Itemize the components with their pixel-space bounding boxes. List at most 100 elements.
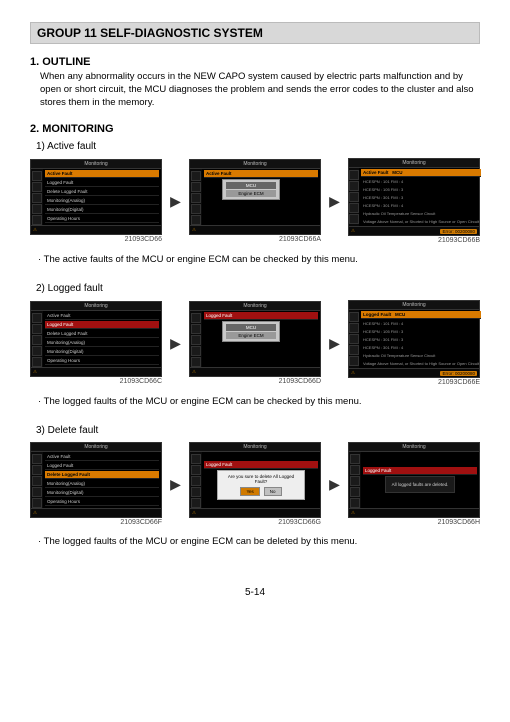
sidebar-icon [191, 498, 201, 508]
sidebar-icon [350, 498, 360, 508]
menu-item[interactable]: Monitoring(Digital) [45, 489, 159, 497]
screen-main: Active Fault MCU HCESPN : 101 FMI : 4 HC… [359, 168, 483, 226]
sidebar-icon [191, 476, 201, 486]
menu-item-delete[interactable]: Delete Logged Fault [45, 471, 159, 479]
sidebar-icon [350, 487, 360, 497]
sidebar-icon [350, 454, 360, 464]
error-badge: Error: 00200080 [440, 371, 477, 376]
sidebar-icon [32, 215, 42, 225]
logged-fault-row: Monitoring Active Fault Logged Fault Del… [30, 300, 480, 386]
outline-text: When any abnormality occurs in the NEW C… [40, 71, 480, 109]
sidebar-icon [349, 323, 359, 333]
popup-item-mcu[interactable]: MCU [226, 324, 276, 331]
fault-desc: Hydraulic Oil Temperature Sensor Circuit [361, 210, 481, 217]
screen-footer: ⚠ [31, 367, 161, 376]
fault-desc: Voltage Above Normal, or Shorted to High… [361, 360, 481, 367]
menu-item-active[interactable]: Active Fault [204, 170, 318, 178]
menu-item[interactable]: Monitoring(Digital) [45, 206, 159, 214]
sidebar-icon [32, 204, 42, 214]
sidebar-icon [349, 312, 359, 322]
screen-logged-1: Monitoring Active Fault Logged Fault Del… [30, 301, 162, 377]
warn-icon: ⚠ [33, 227, 37, 233]
figure-label: 21093CD66A [189, 236, 321, 243]
fault-code: HCESPN : 101 FMI : 4 [361, 320, 481, 327]
sidebar-icon [191, 193, 201, 203]
menu-item[interactable]: Operating Hours [45, 215, 159, 223]
sidebar-icon [191, 204, 201, 214]
popup-item-ecm[interactable]: Engine ECM [226, 332, 276, 339]
screen-wrap-1: Monitoring Active Fault Logged Fault Del… [30, 159, 162, 243]
menu-item-active[interactable]: Active Fault [45, 170, 159, 178]
warn-icon: ⚠ [351, 228, 355, 234]
titlebar: Monitoring [190, 443, 320, 452]
menu-item[interactable]: Operating Hours [45, 357, 159, 365]
sidebar-icon [191, 335, 201, 345]
titlebar: Monitoring [31, 160, 161, 169]
screen-logged-3: Monitoring Logged Fault MCU HCESPN : 101… [348, 300, 480, 378]
screen-active-2: Monitoring Active Fault MCU Engine ECM [189, 159, 321, 235]
sidebar-icon [350, 465, 360, 475]
screen-delete-1: Monitoring Active Fault Logged Fault Del… [30, 442, 162, 518]
sidebar-icon [32, 182, 42, 192]
delete-fault-note: The logged faults of the MCU or engine E… [38, 536, 480, 547]
sidebar-icon [32, 346, 42, 356]
titlebar: Monitoring [349, 301, 479, 310]
menu-item[interactable]: Delete Logged Fault [45, 330, 159, 338]
fault-code: HCESPN : 105 FMI : 3 [361, 186, 481, 193]
yes-button[interactable]: Yes [240, 487, 259, 496]
figure-label: 21093CD66H [348, 519, 480, 526]
screen-wrap-3: Monitoring Logged Fault All logged fault… [348, 442, 480, 526]
deleted-message: All logged faults are deleted. [385, 476, 456, 493]
screen-main: Logged Fault MCU Engine ECM [202, 311, 320, 367]
warn-icon: ⚠ [192, 510, 196, 516]
menu-item-logged[interactable]: Logged Fault [204, 312, 318, 320]
popup-item-ecm[interactable]: Engine ECM [226, 190, 276, 197]
sidebar-icon [191, 171, 201, 181]
delete-fault-row: Monitoring Active Fault Logged Fault Del… [30, 442, 480, 526]
screen-footer: ⚠ [349, 508, 479, 517]
menu-item[interactable]: Active Fault [45, 312, 159, 320]
arrow-icon: ▶ [170, 476, 181, 493]
fault-code: HCESPN : 301 FMI : 3 [361, 194, 481, 201]
sidebar-icon [32, 335, 42, 345]
sidebar-icon [349, 345, 359, 355]
sidebar-icon [32, 498, 42, 508]
menu-item[interactable]: Monitoring(Analog) [45, 197, 159, 205]
screen-footer: ⚠ [31, 225, 161, 234]
delete-fault-heading: 3) Delete fault [36, 425, 480, 436]
popup-item-mcu[interactable]: MCU [226, 182, 276, 189]
warn-icon: ⚠ [351, 510, 355, 516]
sidebar-icon [349, 356, 359, 366]
screen-main: Logged Fault All logged faults are delet… [361, 452, 479, 508]
arrow-icon: ▶ [170, 335, 181, 352]
menu-item[interactable]: Logged Fault [45, 462, 159, 470]
menu-item[interactable]: Delete Logged Fault [45, 188, 159, 196]
screen-wrap-1: Monitoring Active Fault Logged Fault Del… [30, 301, 162, 385]
menu-item-logged[interactable]: Logged Fault [45, 321, 159, 329]
detail-header: Logged Fault [363, 467, 477, 475]
menu-item[interactable]: Logged Fault [45, 179, 159, 187]
sidebar-icon [191, 215, 201, 225]
arrow-icon: ▶ [170, 193, 181, 210]
fault-code: HCESPN : 301 FMI : 4 [361, 344, 481, 351]
no-button[interactable]: No [264, 487, 282, 496]
active-fault-row: Monitoring Active Fault Logged Fault Del… [30, 158, 480, 244]
figure-label: 21093CD66B [348, 237, 480, 244]
detail-header: Active Fault MCU [361, 169, 481, 177]
sidebar-icon [349, 192, 359, 202]
menu-item[interactable]: Monitoring(Analog) [45, 339, 159, 347]
figure-label: 21093CD66C [30, 378, 162, 385]
active-fault-note: The active faults of the MCU or engine E… [38, 254, 480, 265]
sidebar-icon [349, 203, 359, 213]
fault-code: HCESPN : 101 FMI : 4 [361, 178, 481, 185]
screen-main: Logged Fault MCU HCESPN : 101 FMI : 4 HC… [359, 310, 483, 368]
menu-item[interactable]: Active Fault [45, 453, 159, 461]
sidebar-icon [191, 313, 201, 323]
sidebar [190, 169, 202, 225]
menu-item[interactable]: Monitoring(Analog) [45, 480, 159, 488]
screen-footer: ⚠ [190, 508, 320, 517]
menu-item[interactable]: Monitoring(Digital) [45, 348, 159, 356]
menu-item[interactable]: Operating Hours [45, 498, 159, 506]
detail-header: Logged Fault [204, 461, 318, 469]
sidebar [349, 452, 361, 508]
